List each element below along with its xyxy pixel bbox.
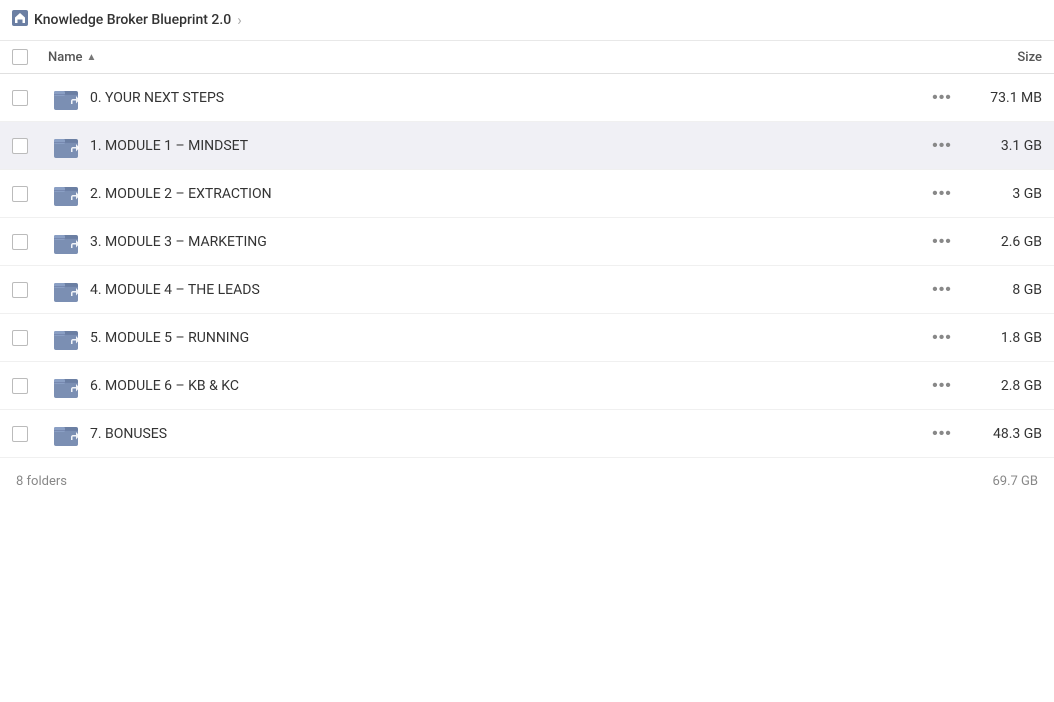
file-actions[interactable]: ••• (922, 181, 962, 207)
folder-count: 8 folders (16, 474, 67, 489)
more-options-button[interactable]: ••• (924, 85, 960, 111)
row-checkbox-2[interactable] (12, 138, 48, 154)
total-size: 69.7 GB (992, 474, 1038, 489)
file-name: 4. MODULE 4 – THE LEADS (84, 282, 922, 298)
row-checkbox-5[interactable] (12, 282, 48, 298)
file-actions[interactable]: ••• (922, 421, 962, 447)
file-actions[interactable]: ••• (922, 133, 962, 159)
folder-icon (48, 421, 84, 447)
table-row[interactable]: 0. YOUR NEXT STEPS ••• 73.1 MB (0, 74, 1054, 122)
table-row[interactable]: 5. MODULE 5 – RUNNING ••• 1.8 GB (0, 314, 1054, 362)
more-options-button[interactable]: ••• (924, 373, 960, 399)
size-column-header: Size (942, 50, 1042, 65)
home-icon (12, 10, 28, 30)
name-column-header[interactable]: Name ▲ (48, 50, 942, 65)
footer: 8 folders 69.7 GB (0, 462, 1054, 501)
more-options-button[interactable]: ••• (924, 325, 960, 351)
file-name: 5. MODULE 5 – RUNNING (84, 330, 922, 346)
table-row[interactable]: 2. MODULE 2 – EXTRACTION ••• 3 GB (0, 170, 1054, 218)
file-name: 2. MODULE 2 – EXTRACTION (84, 186, 922, 202)
row-checkbox-8[interactable] (12, 426, 48, 442)
more-options-button[interactable]: ••• (924, 181, 960, 207)
file-actions[interactable]: ••• (922, 85, 962, 111)
file-size: 1.8 GB (962, 330, 1042, 346)
file-actions[interactable]: ••• (922, 277, 962, 303)
file-name: 7. BONUSES (84, 426, 922, 442)
file-list: 0. YOUR NEXT STEPS ••• 73.1 MB (0, 74, 1054, 458)
file-name: 6. MODULE 6 – KB & KC (84, 378, 922, 394)
table-row[interactable]: 6. MODULE 6 – KB & KC ••• 2.8 GB (0, 362, 1054, 410)
folder-icon (48, 277, 84, 303)
file-size: 3.1 GB (962, 138, 1042, 154)
select-all-checkbox[interactable] (12, 49, 48, 65)
breadcrumb-title[interactable]: Knowledge Broker Blueprint 2.0 (34, 12, 231, 28)
folder-icon (48, 229, 84, 255)
folder-icon (48, 325, 84, 351)
breadcrumb: Knowledge Broker Blueprint 2.0 › (0, 0, 1054, 41)
table-row[interactable]: 7. BONUSES ••• 48.3 GB (0, 410, 1054, 458)
row-checkbox-1[interactable] (12, 90, 48, 106)
file-name: 1. MODULE 1 – MINDSET (84, 138, 922, 154)
row-checkbox-6[interactable] (12, 330, 48, 346)
file-size: 3 GB (962, 186, 1042, 202)
file-size: 2.8 GB (962, 378, 1042, 394)
more-options-button[interactable]: ••• (924, 421, 960, 447)
more-options-button[interactable]: ••• (924, 133, 960, 159)
folder-icon (48, 85, 84, 111)
folder-icon (48, 133, 84, 159)
more-options-button[interactable]: ••• (924, 229, 960, 255)
file-size: 2.6 GB (962, 234, 1042, 250)
folder-icon (48, 181, 84, 207)
file-actions[interactable]: ••• (922, 325, 962, 351)
table-header: Name ▲ Size (0, 41, 1054, 74)
folder-icon (48, 373, 84, 399)
file-actions[interactable]: ••• (922, 373, 962, 399)
sort-icon: ▲ (87, 52, 97, 63)
breadcrumb-chevron: › (237, 11, 242, 29)
file-size: 48.3 GB (962, 426, 1042, 442)
table-row[interactable]: 4. MODULE 4 – THE LEADS ••• 8 GB (0, 266, 1054, 314)
row-checkbox-4[interactable] (12, 234, 48, 250)
file-size: 8 GB (962, 282, 1042, 298)
table-row[interactable]: 1. MODULE 1 – MINDSET ••• 3.1 GB (0, 122, 1054, 170)
more-options-button[interactable]: ••• (924, 277, 960, 303)
file-size: 73.1 MB (962, 90, 1042, 106)
file-name: 3. MODULE 3 – MARKETING (84, 234, 922, 250)
row-checkbox-7[interactable] (12, 378, 48, 394)
file-name: 0. YOUR NEXT STEPS (84, 90, 922, 106)
table-row[interactable]: 3. MODULE 3 – MARKETING ••• 2.6 GB (0, 218, 1054, 266)
file-actions[interactable]: ••• (922, 229, 962, 255)
row-checkbox-3[interactable] (12, 186, 48, 202)
